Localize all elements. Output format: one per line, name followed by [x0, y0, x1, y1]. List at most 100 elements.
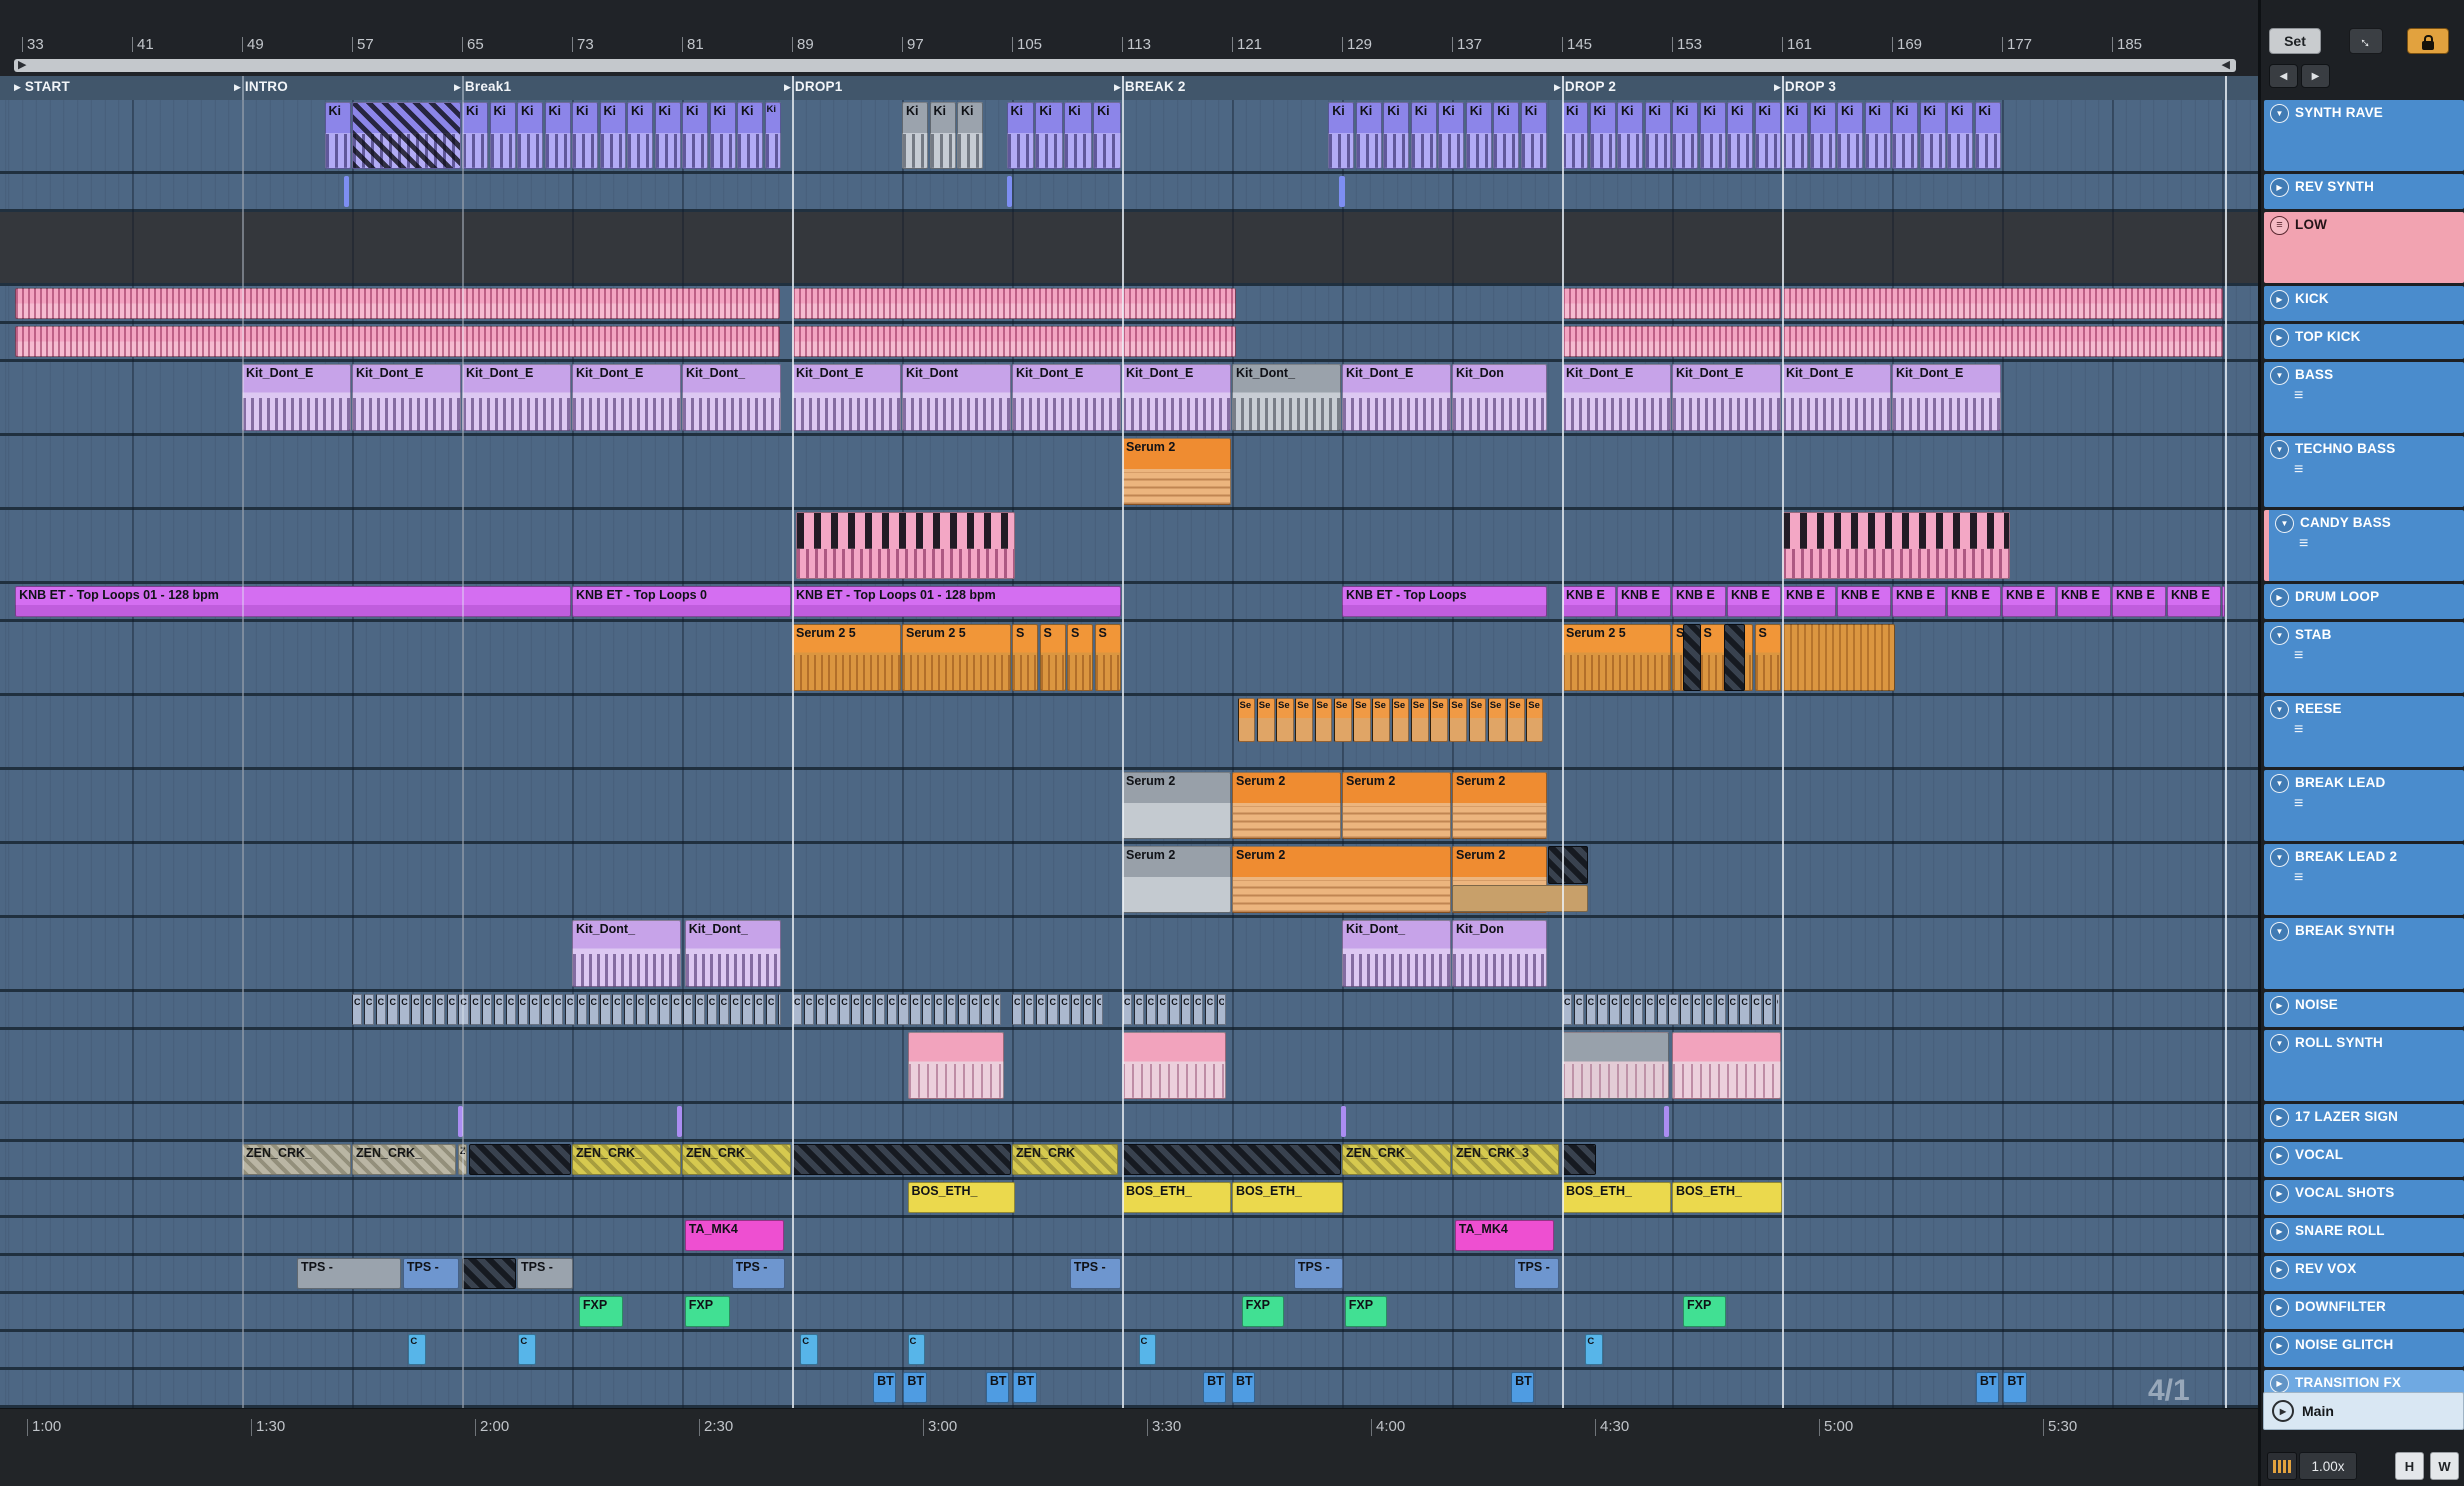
clip[interactable]: TPS - [297, 1258, 402, 1289]
clip[interactable]: C [886, 994, 897, 1025]
lane-low[interactable] [0, 212, 2258, 286]
clip[interactable]: Serum 2 5 [902, 624, 1011, 691]
clip[interactable]: Kit_Dont_E [352, 364, 461, 431]
clip[interactable]: C [612, 994, 623, 1025]
clip[interactable]: KNB ET - Top Loops 01 - 128 bpm [792, 586, 1121, 617]
clip[interactable]: C [981, 994, 992, 1025]
clip[interactable]: Se [1410, 698, 1429, 743]
clip[interactable]: C [1169, 994, 1180, 1025]
clip[interactable]: Ki [1754, 102, 1781, 169]
clip[interactable]: Ki [1919, 102, 1946, 169]
clip[interactable]: Ki [1892, 102, 1918, 169]
clip[interactable]: Kit_Dont_E [1672, 364, 1781, 431]
clip[interactable]: BOS_ETH_ [1672, 1182, 1782, 1213]
clip[interactable]: Ki [1410, 102, 1437, 169]
clip[interactable]: Se [1237, 698, 1256, 743]
clip[interactable]: KNB E [2057, 586, 2111, 617]
clip[interactable]: Serum 2 [1122, 772, 1231, 839]
clip[interactable]: C [1585, 994, 1596, 1025]
clip[interactable]: Ki [957, 102, 983, 169]
track-header-low[interactable]: ≡ LOW [2264, 212, 2464, 283]
clip[interactable]: C [541, 994, 552, 1025]
clip[interactable]: Se [1487, 698, 1506, 743]
clip[interactable]: Ki [682, 102, 708, 169]
clip[interactable] [343, 176, 350, 207]
clip[interactable]: Ki [1035, 102, 1063, 169]
clip[interactable]: C [1094, 994, 1103, 1025]
clip[interactable]: TA_MK4 [1454, 1220, 1554, 1251]
clip[interactable] [907, 1032, 1004, 1099]
clip[interactable]: ZEN_CRK_ [682, 1144, 791, 1175]
clip[interactable]: Ki [902, 102, 928, 169]
clip[interactable]: C [517, 994, 528, 1025]
track-header-noise-glitch[interactable]: ▶ NOISE GLITCH [2264, 1332, 2464, 1367]
clip[interactable]: Serum 2 [1232, 772, 1341, 839]
clip[interactable]: Serum 2 5 [792, 624, 901, 691]
clip[interactable]: Kit_Dont_E [1012, 364, 1121, 431]
clip[interactable]: C [375, 994, 386, 1025]
clip[interactable]: BT [985, 1372, 1010, 1403]
clip[interactable]: Ki [1947, 102, 1973, 169]
clip[interactable] [1724, 624, 1745, 691]
track-header-techno-bass[interactable]: ▼ TECHNO BASS ≡ [2264, 436, 2464, 507]
track-header-17-lazer-sign[interactable]: ▶ 17 LAZER SIGN [2264, 1104, 2464, 1139]
lane-reese[interactable] [0, 696, 2258, 770]
track-lanes[interactable]: Ki Ki Ki Ki Ki Ki Ki Ki Ki Ki Ki Ki Ki Ki Ki Ki Ki Ki Ki Ki… [0, 100, 2258, 1408]
clip[interactable]: C [1012, 994, 1023, 1025]
clip[interactable]: Se [1526, 698, 1543, 743]
clip[interactable]: C [623, 994, 635, 1025]
clip[interactable]: KNB ET - Top Loops [1342, 586, 1547, 617]
clip[interactable]: Kit_Dont [902, 364, 1011, 431]
locator-drop1[interactable]: ▶ DROP1 [784, 80, 842, 94]
clip[interactable]: Ki [1520, 102, 1547, 169]
clip[interactable]: Serum 2 5 [1562, 624, 1671, 691]
width-zoom-button[interactable]: W [2430, 1452, 2459, 1480]
clip[interactable]: Ki [489, 102, 516, 169]
clip[interactable]: KNB E [1727, 586, 1781, 617]
clip[interactable]: Se [1449, 698, 1467, 743]
clip[interactable] [1782, 624, 1895, 691]
clip[interactable]: C [1059, 994, 1070, 1025]
clip[interactable]: Z [457, 1144, 468, 1175]
clip[interactable]: C [470, 994, 481, 1025]
clip[interactable]: KNB E [1947, 586, 2001, 617]
clip[interactable]: Kit_Dont_ [1232, 364, 1341, 431]
track-header-reese[interactable]: ▼ REESE ≡ [2264, 696, 2464, 767]
clip[interactable]: C [957, 994, 968, 1025]
clip[interactable]: Kit_Dont_E [1122, 364, 1231, 431]
clip[interactable]: C [765, 994, 777, 1025]
clip[interactable]: BT [2003, 1372, 2027, 1403]
clip[interactable]: ZEN_CRK_3 [1452, 1144, 1560, 1175]
clip[interactable]: C [1774, 994, 1781, 1025]
clip[interactable]: C [1621, 994, 1632, 1025]
clip[interactable]: S [1699, 624, 1726, 691]
clip[interactable]: TPS - [1069, 1258, 1121, 1289]
clip[interactable]: Ki [1465, 102, 1492, 169]
clip[interactable] [457, 1106, 464, 1137]
clip[interactable]: ZEN_CRK_ [1342, 1144, 1451, 1175]
clip[interactable]: C [862, 994, 874, 1025]
clip[interactable]: Serum 2 [1342, 772, 1451, 839]
clip[interactable]: KNB E [2002, 586, 2056, 617]
clip[interactable]: KNB E [1672, 586, 1726, 617]
overview-right-arrow-icon[interactable]: ▶ [18, 59, 26, 72]
track-header-break-lead-2[interactable]: ▼ BREAK LEAD 2 ≡ [2264, 844, 2464, 915]
clip[interactable]: Kit_Dont_E [242, 364, 351, 431]
clip[interactable]: BT [1975, 1372, 2000, 1403]
clip[interactable] [792, 288, 1236, 319]
clip[interactable]: Se [1353, 698, 1371, 743]
clip[interactable]: KNB E [1782, 586, 1836, 617]
clip[interactable]: Ki [1355, 102, 1382, 169]
clip[interactable]: C [898, 994, 909, 1025]
clip[interactable]: KNB E [1562, 586, 1616, 617]
clip[interactable] [1340, 1106, 1346, 1137]
clip[interactable] [1683, 624, 1701, 691]
clip[interactable]: C [671, 994, 682, 1025]
clip[interactable]: C [446, 994, 457, 1025]
clip[interactable]: S [1067, 624, 1093, 691]
clip[interactable]: C [1562, 994, 1573, 1025]
clip[interactable] [1562, 1144, 1597, 1175]
clip[interactable]: C [1192, 994, 1204, 1025]
track-header-snare-roll[interactable]: ▶ SNARE ROLL [2264, 1218, 2464, 1253]
clip[interactable]: KNB E [2112, 586, 2166, 617]
